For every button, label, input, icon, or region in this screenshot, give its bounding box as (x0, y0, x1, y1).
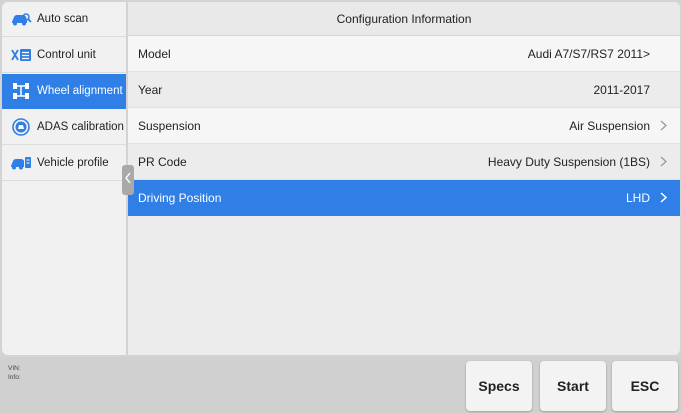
sidebar-item-vehicle-profile[interactable]: Vehicle profile (2, 146, 126, 181)
sidebar-item-label: ADAS calibration (37, 121, 124, 133)
chevron-right-icon (656, 192, 670, 203)
info-label: Info: (8, 374, 21, 381)
chevron-right-icon (656, 156, 670, 167)
row-label: Suspension (138, 118, 201, 133)
row-value: Heavy Duty Suspension (1BS) (487, 154, 650, 169)
config-row-suspension[interactable]: Suspension Air Suspension (128, 108, 680, 144)
config-row-model: Model Audi A7/S7/RS7 2011> (128, 36, 680, 72)
esc-button[interactable]: ESC (612, 361, 678, 411)
sidebar-item-label: Auto scan (37, 13, 89, 25)
sidebar: Auto scan Control unit Wheel alignment A… (2, 2, 126, 355)
sidebar-item-adas-calibration[interactable]: ADAS calibration (2, 110, 126, 145)
config-row-year: Year 2011-2017 (128, 72, 680, 108)
vin-info: VIN: Info: (8, 364, 21, 382)
row-value: 2011-2017 (593, 82, 651, 97)
vin-label: VIN: (8, 365, 21, 372)
row-label: PR Code (138, 154, 187, 169)
sidebar-item-wheel-alignment[interactable]: Wheel alignment (2, 74, 126, 109)
car-scan-icon (10, 10, 32, 28)
row-label: Year (138, 82, 163, 97)
configuration-panel: Configuration Information Model Audi A7/… (128, 2, 680, 355)
sidebar-item-auto-scan[interactable]: Auto scan (2, 2, 126, 37)
control-unit-icon (10, 46, 32, 64)
sidebar-item-label: Wheel alignment (37, 85, 123, 97)
page-title: Configuration Information (128, 2, 680, 36)
config-row-pr-code[interactable]: PR Code Heavy Duty Suspension (1BS) (128, 144, 680, 180)
row-value: Audi A7/S7/RS7 2011> (527, 46, 650, 61)
wheel-alignment-icon (10, 82, 32, 100)
row-label: Model (138, 46, 171, 61)
specs-button[interactable]: Specs (466, 361, 532, 411)
footer-toolbar: VIN: Info: Specs Start ESC (0, 357, 682, 413)
row-value: Air Suspension (569, 118, 650, 133)
sidebar-item-control-unit[interactable]: Control unit (2, 38, 126, 73)
chevron-left-icon (125, 171, 131, 189)
chevron-right-icon (656, 120, 670, 131)
adas-calibration-icon (10, 118, 32, 136)
row-value: LHD (625, 190, 650, 205)
start-button[interactable]: Start (540, 361, 606, 411)
row-label: Driving Position (138, 190, 222, 205)
sidebar-item-label: Control unit (37, 49, 96, 61)
config-row-driving-position[interactable]: Driving Position LHD (128, 180, 680, 216)
sidebar-collapse-handle[interactable] (122, 165, 134, 195)
sidebar-item-label: Vehicle profile (37, 157, 109, 169)
vehicle-profile-icon (10, 154, 32, 172)
